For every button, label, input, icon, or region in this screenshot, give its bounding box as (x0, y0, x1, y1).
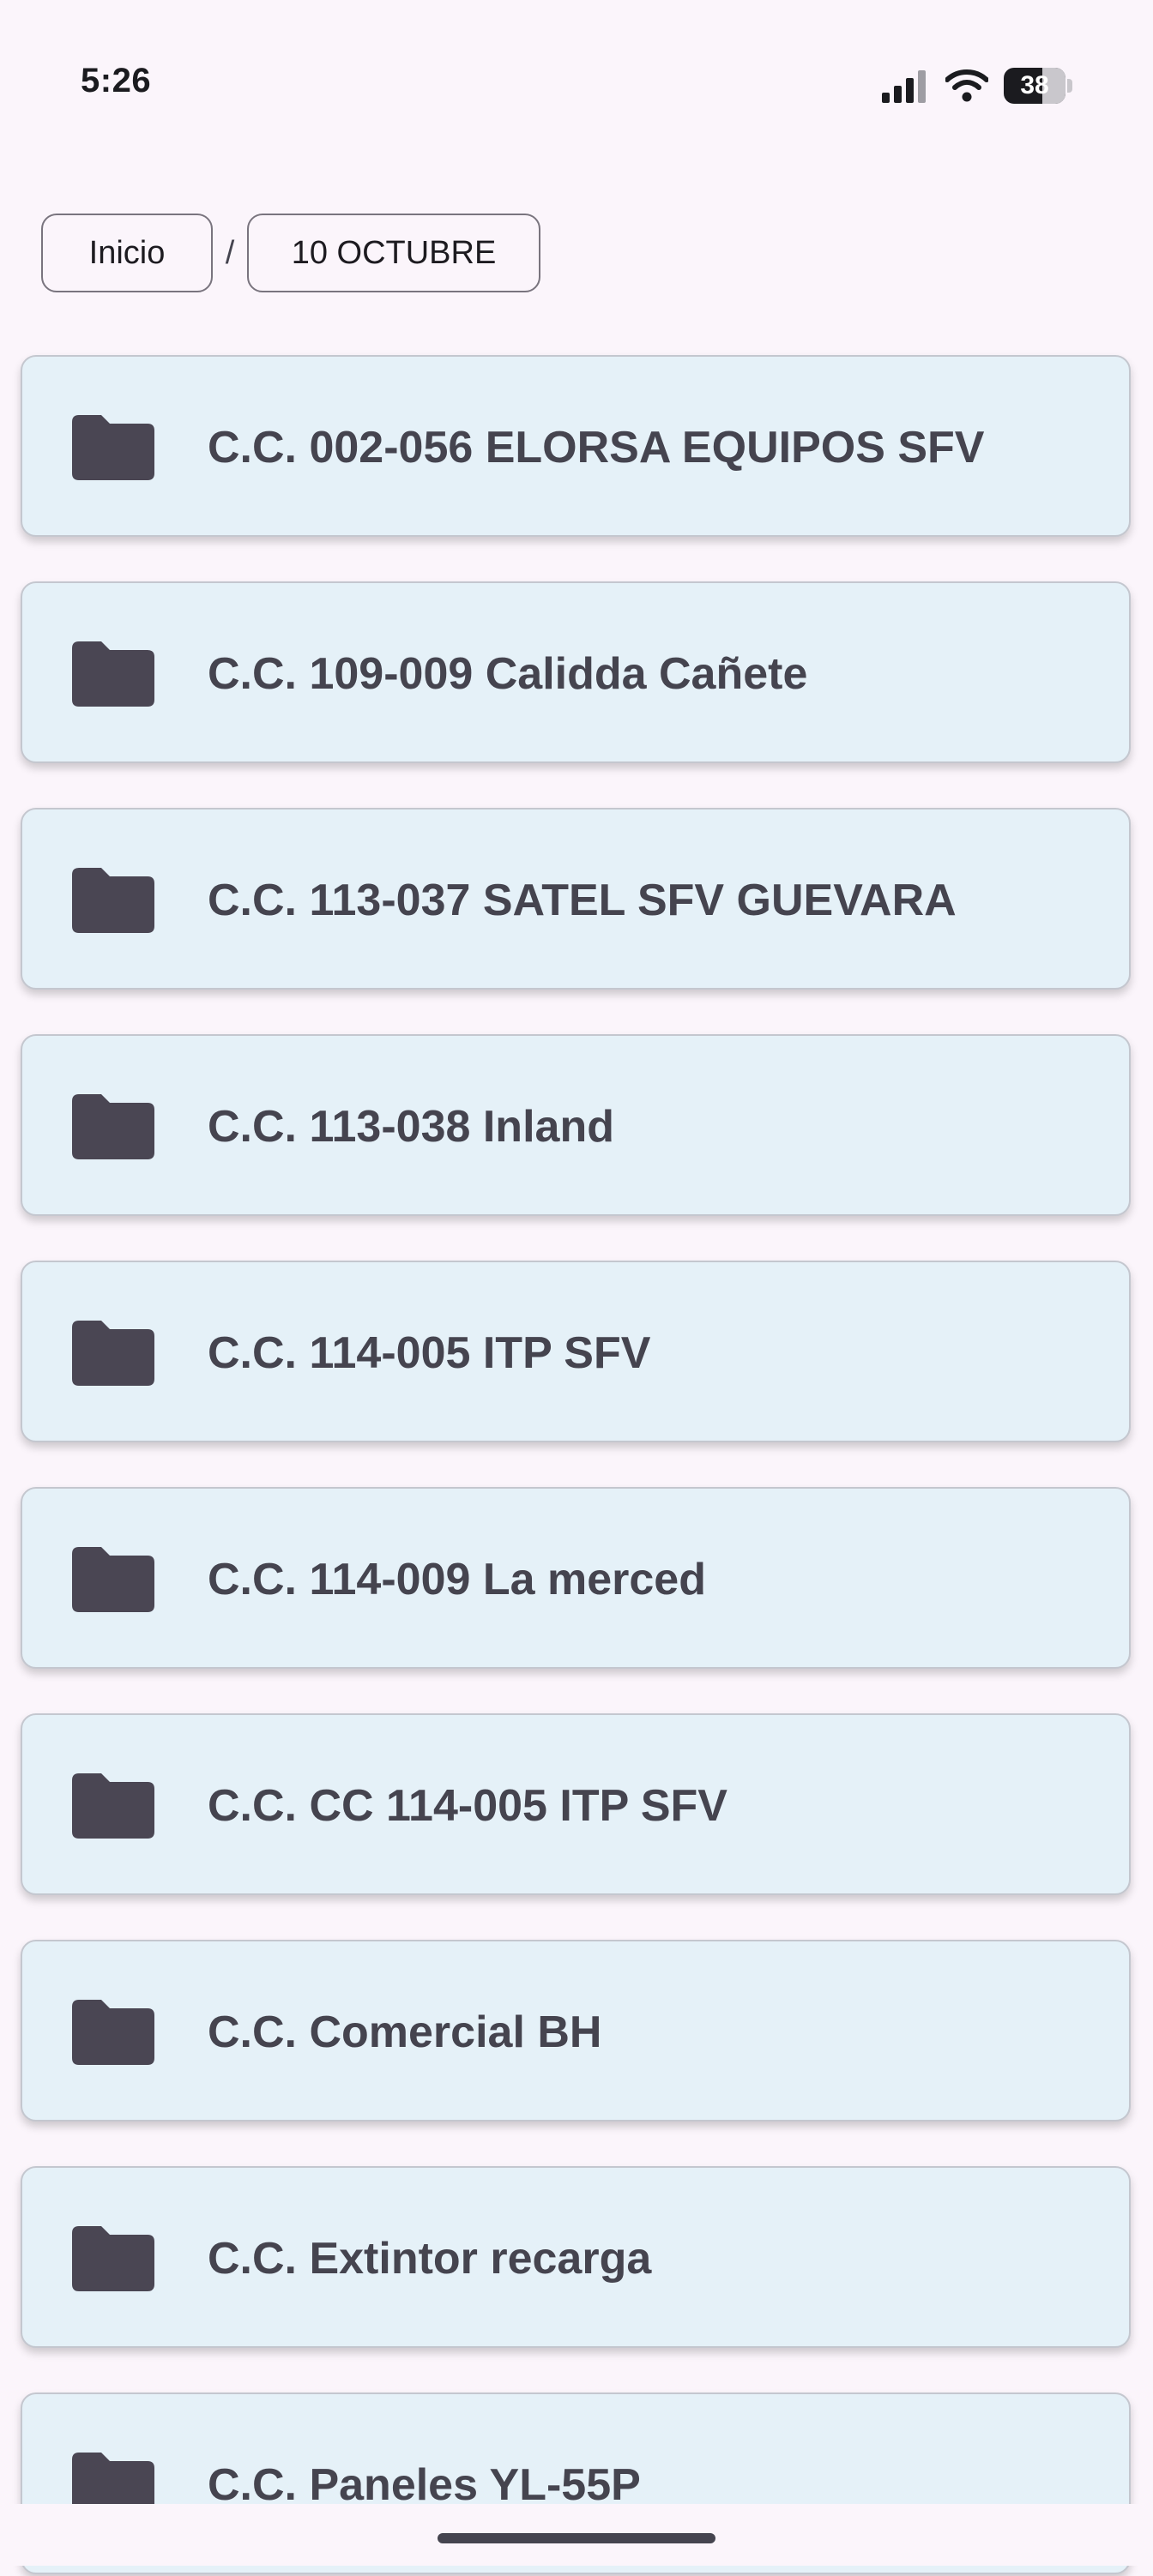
battery-level: 38 (1020, 71, 1049, 99)
folder-icon (72, 1547, 154, 1612)
folder-name: C.C. Comercial BH (208, 2007, 602, 2057)
folder-item[interactable]: C.C. CC 114-005 ITP SFV (21, 1713, 1131, 1895)
folder-icon (72, 1094, 154, 1159)
folder-name: C.C. 113-037 SATEL SFV GUEVARA (208, 876, 957, 925)
folder-name: C.C. 109-009 Calidda Cañete (208, 649, 808, 699)
gesture-bar (0, 2504, 1153, 2566)
folder-item[interactable]: C.C. 002-056 ELORSA EQUIPOS SFV (21, 355, 1131, 537)
status-bar: 5:26 38 (0, 0, 1153, 172)
folder-icon (72, 2000, 154, 2065)
folder-icon (72, 415, 154, 480)
folder-name: C.C. 114-005 ITP SFV (208, 1328, 651, 1378)
folder-name: C.C. CC 114-005 ITP SFV (208, 1781, 727, 1831)
wifi-icon (945, 69, 988, 102)
signal-icon (882, 70, 926, 103)
status-icons: 38 (882, 65, 1072, 106)
folder-icon (72, 868, 154, 933)
folder-item[interactable]: C.C. 114-005 ITP SFV (21, 1261, 1131, 1442)
folder-icon (72, 1773, 154, 1839)
battery-icon: 38 (1004, 68, 1072, 104)
folder-name: C.C. 113-038 Inland (208, 1102, 614, 1152)
folder-icon (72, 641, 154, 707)
home-indicator[interactable] (438, 2533, 715, 2543)
folder-item[interactable]: C.C. 113-038 Inland (21, 1034, 1131, 1216)
breadcrumb: Inicio / 10 OCTUBRE (41, 212, 540, 294)
folder-item[interactable]: C.C. 109-009 Calidda Cañete (21, 581, 1131, 763)
breadcrumb-separator: / (225, 234, 235, 271)
folder-item[interactable]: C.C. 113-037 SATEL SFV GUEVARA (21, 808, 1131, 990)
breadcrumb-current-folder-button[interactable]: 10 OCTUBRE (247, 214, 540, 292)
folder-name: C.C. Extintor recarga (208, 2234, 652, 2284)
folder-icon (72, 1321, 154, 1386)
folder-icon (72, 2226, 154, 2291)
folder-item[interactable]: C.C. Comercial BH (21, 1940, 1131, 2122)
breadcrumb-home-button[interactable]: Inicio (41, 214, 213, 292)
folder-item[interactable]: C.C. 114-009 La merced (21, 1487, 1131, 1669)
folder-name: C.C. 114-009 La merced (208, 1555, 706, 1604)
folder-name: C.C. 002-056 ELORSA EQUIPOS SFV (208, 423, 985, 472)
folder-item[interactable]: C.C. Extintor recarga (21, 2166, 1131, 2348)
clock: 5:26 (81, 62, 152, 99)
